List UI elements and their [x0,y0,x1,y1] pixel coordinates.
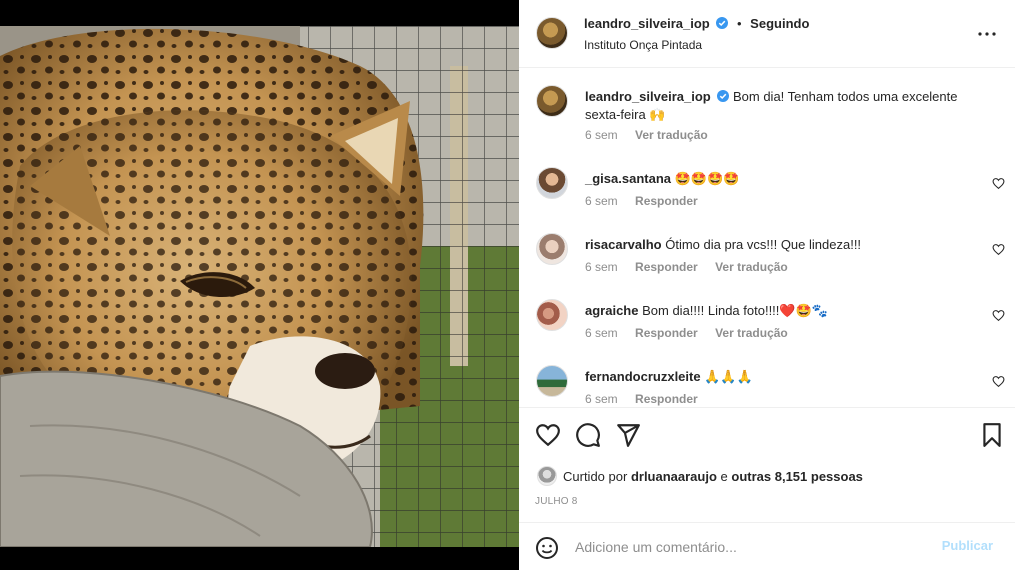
comment-text: 🙏🙏🙏 [704,369,753,384]
send-icon[interactable] [615,422,641,448]
commenter-avatar[interactable] [536,299,568,331]
commenter-username[interactable]: fernandocruzxleite [585,369,701,384]
likes-prefix: Curtido por [563,468,628,484]
translate-link[interactable]: Ver tradução [715,326,788,340]
reply-link[interactable]: Responder [635,326,698,340]
translate-link[interactable]: Ver tradução [715,260,788,274]
comment-body: risacarvalho Ótimo dia pra vcs!!! Que li… [585,236,975,254]
post-modal: leandro_silveira_iop • Seguindo Institut… [0,0,1015,570]
comment-meta: 6 sem Responder [585,392,712,406]
comment-meta: 6 sem Responder Ver tradução [585,260,802,274]
commenter-username[interactable]: _gisa.santana [585,171,671,186]
commenter-avatar[interactable] [536,233,568,265]
caption-meta: 6 sem Ver tradução [585,128,722,142]
liker-avatar[interactable] [537,466,557,486]
comments-list[interactable]: leandro_silveira_iop Bom dia! Tenham tod… [519,69,1015,407]
post-actions: Curtido por drluanaaraujo e outras 8,151… [519,407,1015,522]
comment-like-heart-icon[interactable] [992,243,1005,256]
comment-body: agraiche Bom dia!!!! Linda foto!!!!❤️🤩🐾 [585,302,975,320]
comment-text: Ótimo dia pra vcs!!! Que lindeza!!! [665,237,862,252]
commenter-avatar[interactable] [536,167,568,199]
location-link[interactable]: Instituto Onça Pintada [584,38,702,52]
comment-time: 6 sem [585,260,618,274]
post-date[interactable]: JULHO 8 [535,496,578,507]
more-options-icon[interactable] [975,22,999,46]
caption-translate-link[interactable]: Ver tradução [635,128,708,142]
add-comment-bar: Publicar [519,522,1015,570]
comment-like-heart-icon[interactable] [992,177,1005,190]
bookmark-icon[interactable] [979,422,1005,448]
comment-icon[interactable] [575,422,601,448]
comment-meta: 6 sem Responder Ver tradução [585,326,802,340]
author-line: leandro_silveira_iop • Seguindo [584,16,809,31]
comment-meta: 6 sem Responder [585,194,712,208]
commenter-username[interactable]: risacarvalho [585,237,662,252]
comment-time: 6 sem [585,194,618,208]
comment-body: fernandocruzxleite 🙏🙏🙏 [585,368,975,386]
author-avatar[interactable] [536,17,568,49]
separator-dot: • [736,16,742,31]
caption-username[interactable]: leandro_silveira_iop [585,89,711,104]
emoji-icon[interactable] [535,536,559,560]
caption-body: leandro_silveira_iop Bom dia! Tenham tod… [585,88,975,124]
commenter-avatar[interactable] [536,365,568,397]
caption-time: 6 sem [585,128,618,142]
post-header: leandro_silveira_iop • Seguindo Institut… [519,0,1015,68]
likes-summary: Curtido por drluanaaraujo e outras 8,151… [537,466,863,486]
comment-input[interactable] [575,537,915,557]
reply-link[interactable]: Responder [635,194,698,208]
comment-time: 6 sem [585,326,618,340]
publish-button[interactable]: Publicar [942,538,993,553]
reply-link[interactable]: Responder [635,260,698,274]
verified-badge-icon [717,90,730,102]
reply-link[interactable]: Responder [635,392,698,406]
liker-username[interactable]: drluanaaraujo [631,469,717,484]
author-username[interactable]: leandro_silveira_iop [584,16,710,31]
verified-badge-icon [716,17,729,29]
post-media [0,0,519,570]
post-photo-jaguar[interactable] [0,26,519,547]
comment-text: Bom dia!!!! Linda foto!!!!❤️🤩🐾 [642,303,828,318]
comment-like-heart-icon[interactable] [992,309,1005,322]
post-sidebar: leandro_silveira_iop • Seguindo Institut… [519,0,1015,570]
comment-body: _gisa.santana 🤩🤩🤩🤩 [585,170,975,188]
heart-icon[interactable] [535,422,561,448]
follow-status-button[interactable]: Seguindo [750,16,809,31]
likes-conj: e [720,468,728,484]
likes-others-link[interactable]: outras 8,151 pessoas [731,469,863,484]
caption-author-avatar[interactable] [536,85,568,117]
comment-time: 6 sem [585,392,618,406]
comment-text: 🤩🤩🤩🤩 [674,171,740,186]
commenter-username[interactable]: agraiche [585,303,638,318]
comment-like-heart-icon[interactable] [992,375,1005,388]
